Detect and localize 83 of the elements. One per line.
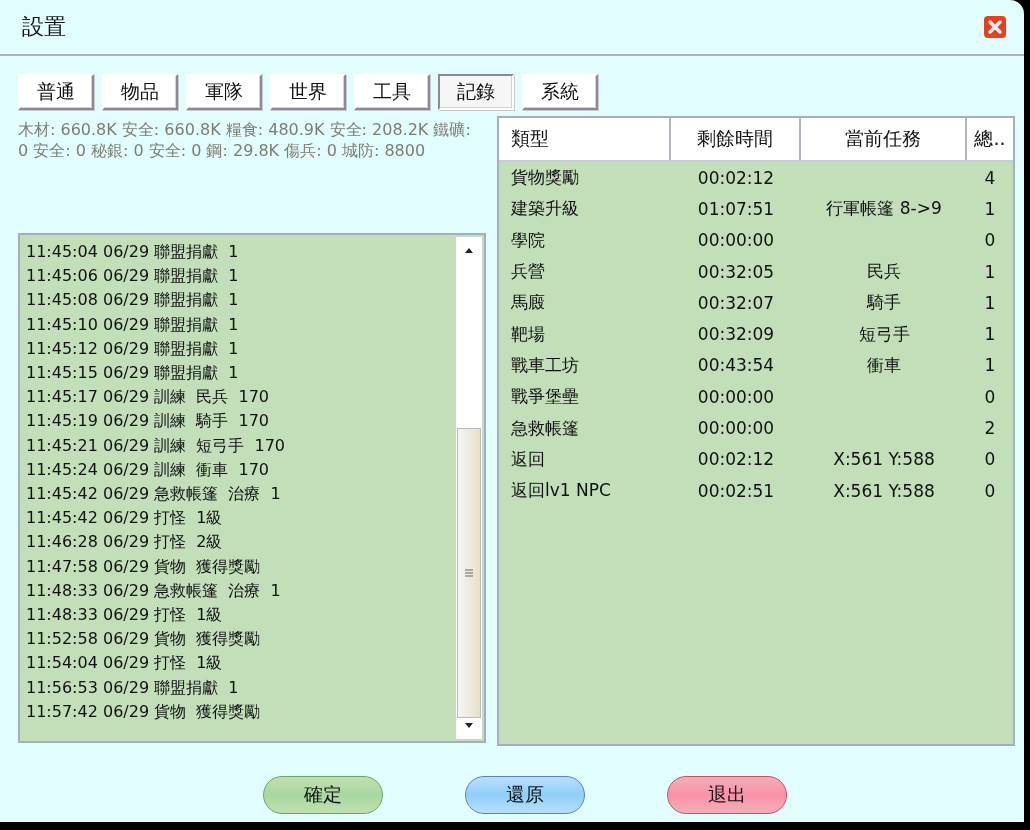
close-button[interactable] [984,16,1006,38]
log-entry: 11:46:28 06/29 打怪 2級 [26,531,224,554]
table-cell: 1 [984,355,996,376]
table-cell: 返回 [511,448,545,469]
table-cell: 2 [984,418,996,438]
tab[interactable]: 軍隊 [186,74,262,110]
table-cell: 1 [984,261,996,282]
tab[interactable]: 記錄 [438,74,514,110]
tab[interactable]: 工具 [354,74,430,110]
log-entry: 11:45:08 06/29 聯盟捐獻 1 [26,289,240,312]
log-entry: 11:45:04 06/29 聯盟捐獻 1 [26,241,240,263]
log-entry: 11:57:42 06/29 貨物 獲得獎勵 [26,700,262,723]
table-cell: 00:02:12 [697,167,775,188]
table-cell: 兵營 [511,261,545,282]
table-cell: 短弓手 [858,323,910,344]
log-entry: 11:45:12 06/29 聯盟捐獻 1 [26,337,240,360]
table-cell: 戰車工坊 [511,354,579,375]
log-entry: 11:47:58 06/29 貨物 獲得獎勵 [26,555,262,578]
column-header[interactable]: 當前任務 [801,118,967,160]
table-cell: 1 [984,198,996,219]
window-title: 設置 [22,13,66,41]
table-cell: 衝車 [867,354,901,375]
table-cell: 靶場 [511,323,545,344]
resource-summary: 木材: 660.8K 安全: 660.8K 糧食: 480.9K 安全: 208.2K 鐵礦: 0 安全: 0 秘銀: 0 安全: 0 鋼: 29.8K 傷兵: 0 城防: 8800 [18,119,472,162]
tab[interactable]: 物品 [102,74,178,110]
scroll-thumb[interactable] [457,428,481,718]
table-cell: 00:02:51 [697,480,775,501]
table-cell: 騎手 [867,292,901,313]
log-entry: 11:45:24 06/29 訓練 衝車 170 [26,458,271,481]
table-cell: 返回lv1 NPC [511,480,611,501]
table-cell: X:561 Y:588 [833,449,935,470]
table-cell: 民兵 [867,261,901,282]
table-cell: 00:02:12 [697,449,775,470]
table-cell: 戰爭堡壘 [511,386,579,407]
table-cell: 00:32:07 [697,292,775,313]
table-cell: 0 [984,386,996,407]
grip-icon [464,569,474,577]
table-cell: 01:07:51 [697,198,775,219]
table-cell: 00:00:00 [697,418,775,438]
scrollbar[interactable] [456,237,482,739]
table-cell: 00:32:09 [697,324,775,345]
table-cell: 4 [984,167,996,188]
log-entry: 11:45:42 06/29 急救帳篷 治療 1 [26,483,282,506]
log-entry: 11:45:10 06/29 聯盟捐獻 1 [26,313,240,336]
tab[interactable]: 系統 [522,74,598,110]
table-cell: 1 [984,324,996,345]
scroll-up-icon [464,247,474,253]
column-header[interactable]: 類型 [499,118,671,160]
log-entry: 11:52:58 06/29 貨物 獲得獎勵 [26,628,262,651]
action-button[interactable]: 還原 [464,776,585,814]
table-cell: 00:32:05 [697,261,775,282]
column-header[interactable]: 剩餘時間 [671,118,801,160]
log-entry: 11:45:42 06/29 打怪 1級 [26,507,224,530]
table-cell: 0 [984,449,996,470]
log-entry: 11:45:17 06/29 訓練 民兵 170 [26,386,271,409]
table-cell: 學院 [511,229,545,250]
column-header[interactable]: 總.. [967,118,1013,160]
action-button[interactable]: 確定 [262,776,383,814]
log-entry: 11:48:33 06/29 打怪 1級 [26,604,224,627]
scroll-down-icon [464,723,474,729]
log-entry: 11:56:53 06/29 聯盟捐獻 1 [26,676,240,699]
log-entry: 11:45:15 06/29 聯盟捐獻 1 [26,362,240,384]
tab[interactable]: 普通 [18,74,94,110]
log-entry: 11:45:06 06/29 聯盟捐獻 1 [26,265,240,288]
log-entry: 11:48:33 06/29 急救帳篷 治療 1 [26,579,282,602]
close-icon [984,16,1006,38]
table-cell: 急救帳篷 [511,417,579,438]
table-cell: 00:00:00 [697,386,775,407]
tab[interactable]: 世界 [270,74,346,110]
table-cell: 行軍帳篷 8->9 [826,198,942,219]
table-cell: 1 [984,292,996,313]
log-entry: 11:45:21 06/29 訓練 短弓手 170 [26,434,287,457]
table-cell: 貨物獎勵 [511,167,579,188]
table-cell: 馬廄 [511,292,545,313]
log-entry: 11:45:19 06/29 訓練 騎手 170 [26,410,271,433]
table-cell: 00:00:00 [697,230,775,251]
action-button[interactable]: 退出 [666,776,787,814]
table-cell: 建築升級 [511,198,579,219]
table-cell: 0 [984,230,996,251]
table-cell: 00:43:54 [697,355,775,376]
log-entry: 11:54:04 06/29 打怪 1級 [26,652,224,675]
table-cell: X:561 Y:588 [833,480,935,501]
table-cell: 0 [984,480,996,501]
